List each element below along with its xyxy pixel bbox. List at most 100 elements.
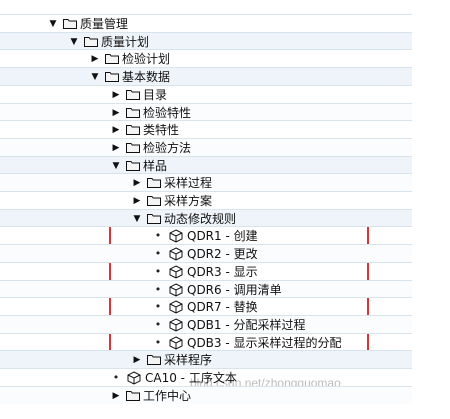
tree-node[interactable]: • CA10 - 工序文本 [0, 368, 412, 386]
tree-node[interactable]: • QDR2 - 更改 [0, 244, 412, 262]
tree-node-label: 目录 [143, 87, 168, 102]
node-icon [142, 213, 164, 224]
tree-node-label: 检验方法 [143, 140, 192, 155]
node-icon [163, 335, 187, 350]
tree-node[interactable]: ▼ 质量管理 [0, 14, 412, 32]
folder-icon [126, 143, 140, 153]
tree-node[interactable]: ▶ 检验特性 [0, 103, 412, 121]
tree-node[interactable]: ▶ 检验方法 [0, 138, 412, 156]
expand-arrow-down-icon[interactable]: ▼ [111, 161, 121, 171]
expand-arrow-right-icon[interactable]: ▶ [111, 108, 121, 118]
node-icon [163, 282, 187, 297]
transaction-icon [169, 335, 183, 350]
tree-node[interactable]: ▶ 类特性 [0, 120, 412, 138]
folder-icon [126, 391, 140, 401]
bullet-icon: • [154, 247, 162, 260]
bullet-icon: • [154, 336, 162, 349]
node-icon [163, 317, 187, 332]
tree-node[interactable]: ▼ 样品 [0, 156, 412, 174]
node-icon [121, 107, 143, 118]
tree-node-label: QDB1 - 分配采样过程 [187, 317, 306, 332]
tree-node-label: QDR1 - 创建 [187, 228, 258, 243]
bullet-icon: • [112, 371, 120, 384]
tree-node-label: CA10 - 工序文本 [145, 370, 237, 385]
expand-arrow-right-icon[interactable]: ▶ [90, 54, 100, 64]
node-icon [121, 89, 143, 100]
tree-node[interactable]: ▼ 基本数据 [0, 67, 412, 85]
tree-node[interactable]: • QDR7 - 替换 [0, 297, 412, 315]
folder-icon [126, 125, 140, 135]
folder-icon [84, 37, 98, 47]
transaction-icon [127, 370, 141, 385]
node-icon [142, 354, 164, 365]
tree-node-label: 检验计划 [122, 51, 171, 66]
tree-node-label: 基本数据 [122, 69, 171, 84]
node-icon [58, 18, 80, 29]
tree-node-label: QDR6 - 调用清单 [187, 282, 282, 297]
bullet-icon: • [154, 283, 162, 296]
expand-arrow-right-icon[interactable]: ▶ [132, 355, 142, 365]
expand-arrow-right-icon[interactable]: ▶ [132, 196, 142, 206]
navigation-tree: blog.csdn.net/zhongguomao ▼ 质量管理 ▼ 质量计划 ▶ 检验计… [0, 0, 450, 419]
expand-arrow-down-icon[interactable]: ▼ [90, 72, 100, 82]
folder-icon [105, 72, 119, 82]
tree-node[interactable]: • QDR3 - 显示 [0, 262, 412, 280]
folder-icon [147, 214, 161, 224]
tree-node[interactable]: ▼ 质量计划 [0, 32, 412, 50]
bullet-icon: • [154, 229, 162, 242]
node-icon [100, 53, 122, 64]
tree-node[interactable]: ▶ 工作中心 [0, 386, 412, 404]
expand-arrow-down-icon[interactable]: ▼ [132, 214, 142, 224]
tree-node[interactable]: • QDR1 - 创建 [0, 226, 412, 244]
transaction-icon [169, 299, 183, 314]
tree-node-label: 类特性 [143, 122, 180, 137]
tree-node-label: QDR3 - 显示 [187, 264, 258, 279]
node-icon [163, 299, 187, 314]
tree-node[interactable]: • QDB3 - 显示采样过程的分配 [0, 333, 412, 351]
transaction-icon [169, 282, 183, 297]
node-icon [79, 36, 101, 47]
folder-icon [126, 90, 140, 100]
tree-node-label: 样品 [143, 158, 168, 173]
folder-icon [147, 196, 161, 206]
folder-icon [147, 355, 161, 365]
tree-node[interactable]: ▶ 采样方案 [0, 191, 412, 209]
bullet-icon: • [154, 300, 162, 313]
tree-node[interactable]: ▶ 检验计划 [0, 49, 412, 67]
transaction-icon [169, 317, 183, 332]
tree-node-label: 工作中心 [143, 388, 192, 403]
expand-arrow-down-icon[interactable]: ▼ [48, 19, 58, 29]
tree-node[interactable]: ▶ 采样过程 [0, 173, 412, 191]
tree-node-label: 采样过程 [164, 175, 213, 190]
tree-node-label: QDR2 - 更改 [187, 246, 258, 261]
node-icon [163, 228, 187, 243]
expand-arrow-down-icon[interactable]: ▼ [69, 37, 79, 47]
folder-icon [126, 108, 140, 118]
folder-icon [147, 178, 161, 188]
expand-arrow-right-icon[interactable]: ▶ [111, 391, 121, 401]
tree-node[interactable]: ▶ 采样程序 [0, 350, 412, 368]
tree-node-label: 质量管理 [80, 16, 129, 31]
expand-arrow-right-icon[interactable]: ▶ [111, 143, 121, 153]
tree-node-label: 采样程序 [164, 352, 213, 367]
expand-arrow-right-icon[interactable]: ▶ [132, 178, 142, 188]
tree-node[interactable]: ▶ 目录 [0, 85, 412, 103]
node-icon [100, 71, 122, 82]
folder-icon [126, 161, 140, 171]
node-icon [142, 177, 164, 188]
folder-icon [105, 54, 119, 64]
tree-node[interactable]: • QDR6 - 调用清单 [0, 280, 412, 298]
tree-node-label: 动态修改规则 [164, 211, 237, 226]
node-icon [121, 124, 143, 135]
node-icon [163, 264, 187, 279]
transaction-icon [169, 264, 183, 279]
tree-node-label: 质量计划 [101, 34, 150, 49]
tree-node[interactable]: ▼ 动态修改规则 [0, 209, 412, 227]
transaction-icon [169, 228, 183, 243]
node-icon [121, 142, 143, 153]
node-icon [163, 246, 187, 261]
expand-arrow-right-icon[interactable]: ▶ [111, 125, 121, 135]
expand-arrow-right-icon[interactable]: ▶ [111, 90, 121, 100]
tree-node-label: QDR7 - 替换 [187, 299, 258, 314]
tree-node[interactable]: • QDB1 - 分配采样过程 [0, 315, 412, 333]
